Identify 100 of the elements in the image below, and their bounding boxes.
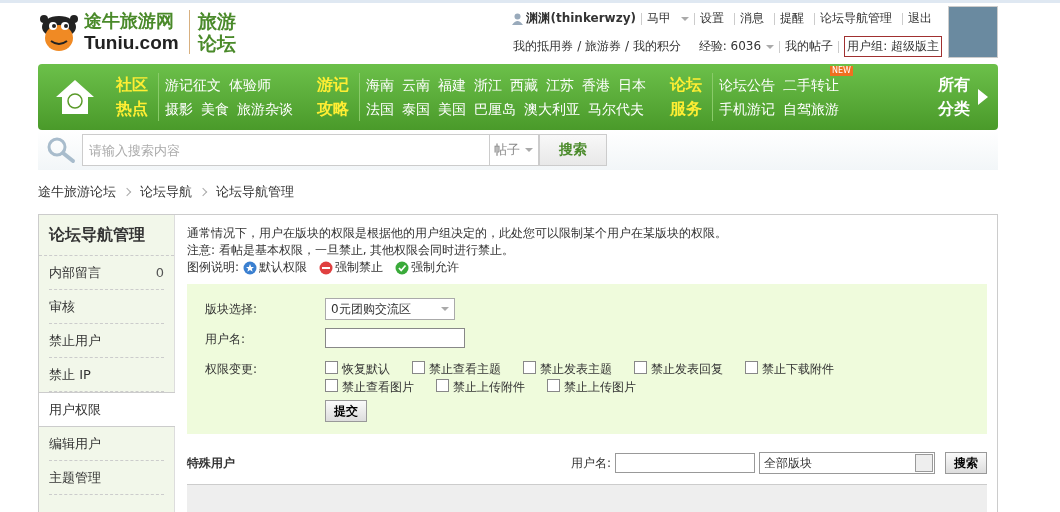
user-menu-link[interactable]: 论坛导航管理: [815, 10, 897, 27]
nav-link[interactable]: 旅游杂谈: [237, 101, 293, 117]
field-label: 版块选择:: [205, 301, 259, 318]
checkbox-label: 禁止发表回复: [651, 362, 723, 376]
nav-link[interactable]: 手机游记: [719, 101, 775, 117]
search-button[interactable]: 搜索: [539, 134, 607, 166]
breadcrumb-link[interactable]: 论坛导航管理: [216, 183, 294, 201]
nav-category-title[interactable]: 游记: [317, 73, 349, 97]
sidebar-item[interactable]: 审核: [49, 290, 164, 324]
sidebar-title: 论坛导航管理: [39, 215, 174, 256]
user-name-link[interactable]: 渊渊(thinkerwzy): [512, 10, 641, 27]
legend-text: 强制禁止: [335, 259, 384, 276]
checkbox-label: 禁止下载附件: [762, 362, 834, 376]
checkbox-label: 禁止查看主题: [429, 362, 501, 376]
checkbox-label: 禁止上传附件: [453, 380, 525, 394]
sidebar-item[interactable]: 用户权限: [39, 392, 175, 427]
checkbox-label: 恢复默认: [342, 362, 390, 376]
nav-category-title[interactable]: 服务: [670, 97, 702, 121]
breadcrumb-link[interactable]: 论坛导航: [140, 183, 192, 201]
username-search-input[interactable]: [615, 453, 755, 473]
nav-link[interactable]: 海南: [366, 77, 394, 93]
search-scope-dropdown[interactable]: 帖子: [490, 134, 539, 166]
nav-category-title[interactable]: 热点: [116, 97, 148, 121]
nav-link[interactable]: 西藏: [510, 77, 538, 93]
my-posts-link[interactable]: 我的帖子: [780, 38, 839, 55]
user-menu-link[interactable]: 消息: [735, 10, 769, 27]
checkbox[interactable]: [745, 361, 758, 374]
forum-select-dropdown[interactable]: 0元团购交流区: [325, 298, 455, 320]
section-title: 特殊用户: [187, 454, 235, 472]
nav-link[interactable]: 自驾旅游: [783, 101, 839, 117]
sidebar-item[interactable]: 禁止用户: [49, 324, 164, 358]
checkbox[interactable]: [547, 379, 560, 392]
nav-link[interactable]: 江苏: [546, 77, 574, 93]
forum-filter-dropdown[interactable]: 全部版块: [759, 452, 935, 474]
field-label: 用户名:: [570, 454, 611, 472]
nav-link[interactable]: 香港: [582, 77, 610, 93]
search-field[interactable]: 请输入搜索内容: [82, 134, 490, 166]
nav-link[interactable]: 体验师: [229, 77, 271, 93]
nav-link[interactable]: 摄影: [165, 101, 193, 117]
checkbox-label: 禁止查看图片: [342, 380, 414, 394]
checkbox[interactable]: [325, 361, 338, 374]
nav-link[interactable]: 二手转让: [783, 77, 839, 93]
sidebar-item[interactable]: 内部留言 0: [49, 256, 164, 290]
nav-link[interactable]: 泰国: [402, 101, 430, 117]
breadcrumb-link[interactable]: 途牛旅游论坛: [38, 183, 116, 201]
username-input[interactable]: [325, 328, 465, 348]
nav-link[interactable]: 法国: [366, 101, 394, 117]
user-menu-link[interactable]: 马甲: [642, 10, 676, 27]
all-categories-link[interactable]: 所有 分类: [938, 73, 998, 121]
nav-link[interactable]: 游记征文: [165, 77, 221, 93]
legend-label: 图例说明:: [187, 259, 240, 276]
caret-icon: [525, 148, 533, 152]
star-badge-icon: [243, 260, 258, 275]
nav-link[interactable]: 福建: [438, 77, 466, 93]
user-menu-link[interactable]: 退出: [903, 10, 937, 27]
legend-text: 默认权限: [259, 259, 308, 276]
checkbox-label: 禁止上传图片: [564, 380, 636, 394]
message-count: 0: [155, 265, 164, 280]
nav-category-title[interactable]: 攻略: [317, 97, 349, 121]
sidebar-item[interactable]: 编辑用户: [49, 427, 164, 461]
avatar-photo-placeholder[interactable]: [948, 6, 998, 58]
checkbox[interactable]: [412, 361, 425, 374]
new-badge: NEW: [830, 66, 853, 76]
caret-icon: [441, 307, 449, 311]
field-label: 权限变更:: [205, 361, 259, 378]
nav-link[interactable]: 澳大利亚: [524, 101, 580, 117]
nav-link[interactable]: 论坛公告: [719, 77, 775, 93]
nav-category-title[interactable]: 社区: [116, 73, 148, 97]
logo-domain[interactable]: Tuniu.com: [84, 32, 179, 54]
sidebar-item[interactable]: 主题管理: [49, 461, 164, 495]
nav-link[interactable]: 浙江: [474, 77, 502, 93]
check-circle-icon: [395, 260, 410, 275]
submit-button[interactable]: 提交: [325, 400, 367, 422]
nav-link[interactable]: 巴厘岛: [474, 101, 516, 117]
checkbox[interactable]: [436, 379, 449, 392]
checkbox[interactable]: [634, 361, 647, 374]
user-group-label: 用户组: 超级版主: [844, 36, 942, 57]
user-menu-link[interactable]: 提醒: [775, 10, 809, 27]
nav-link[interactable]: 日本: [618, 77, 646, 93]
search-button[interactable]: 搜索: [945, 452, 987, 474]
nav-link[interactable]: 马尔代夫: [588, 101, 644, 117]
forum-title-text: 论坛: [197, 32, 236, 54]
minus-circle-icon: [319, 260, 334, 275]
user-menu-link[interactable]: 设置: [695, 10, 729, 27]
coupon-links[interactable]: 我的抵用券 / 旅游券 / 我的积分: [508, 38, 686, 55]
nav-link[interactable]: 美食: [201, 101, 229, 117]
field-label: 用户名:: [205, 331, 247, 348]
experience-link[interactable]: 经验: 6036: [693, 38, 780, 55]
intro-text: 注意: 看帖是基本权限，一旦禁止, 其他权限会同时进行禁止。: [187, 242, 516, 259]
forum-title-text: 旅游: [197, 10, 236, 32]
checkbox[interactable]: [523, 361, 536, 374]
checkbox[interactable]: [325, 379, 338, 392]
nav-link[interactable]: 云南: [402, 77, 430, 93]
checkbox-label: 禁止发表主题: [540, 362, 612, 376]
nav-link[interactable]: 美国: [438, 101, 466, 117]
search-icon: [46, 136, 76, 164]
nav-category-title[interactable]: 论坛: [670, 73, 702, 97]
home-icon[interactable]: [55, 79, 95, 115]
caret-icon: [766, 44, 775, 49]
logo-text[interactable]: 途牛旅游网: [84, 10, 179, 32]
